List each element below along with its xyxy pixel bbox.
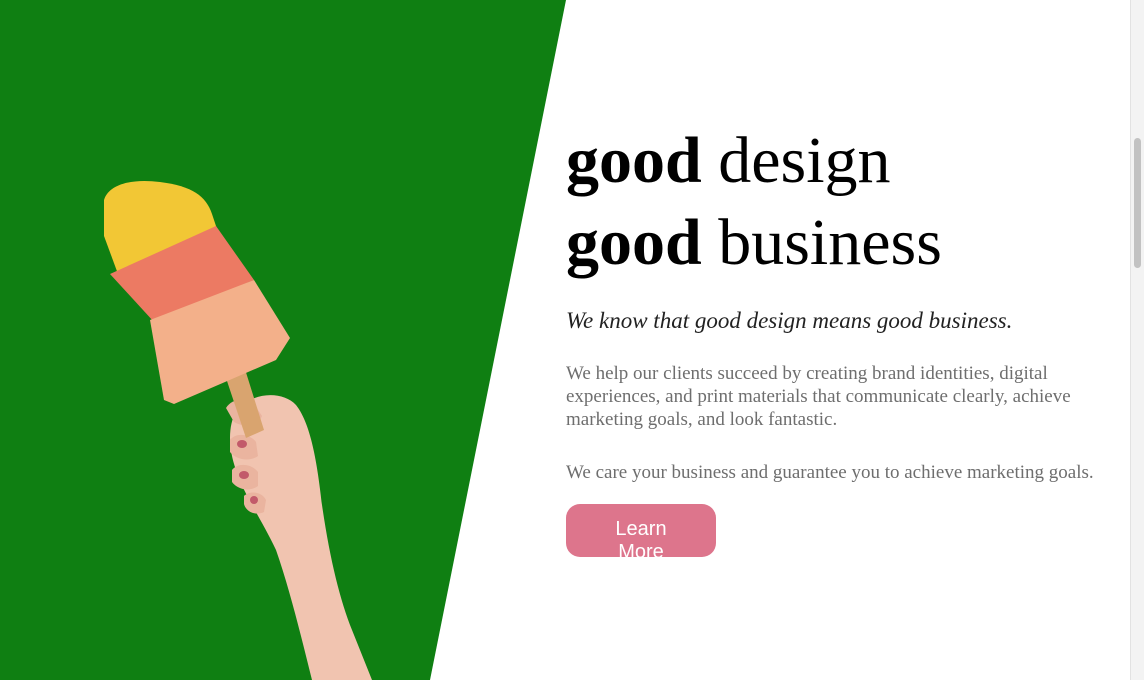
headline-line1-bold: good (566, 124, 702, 197)
landing-page: good design good business We know that g… (0, 0, 1144, 680)
hero-content: good design good business We know that g… (566, 120, 1126, 563)
vertical-scrollbar[interactable] (1130, 0, 1144, 680)
scrollbar-thumb[interactable] (1134, 138, 1141, 268)
learn-more-button[interactable]: Learn More (566, 504, 716, 563)
headline-line2-bold: good (566, 206, 702, 279)
hero-tagline: We know that good design means good busi… (566, 308, 1013, 333)
headline-line1-rest: design (701, 124, 891, 197)
hero-paragraph-services: We help our clients succeed by creating … (566, 363, 1071, 430)
hero-headline: good design good business (566, 120, 1126, 284)
headline-line2-rest: business (701, 206, 942, 279)
hero-paragraph-guarantee: We care your business and guarantee you … (566, 462, 1094, 483)
